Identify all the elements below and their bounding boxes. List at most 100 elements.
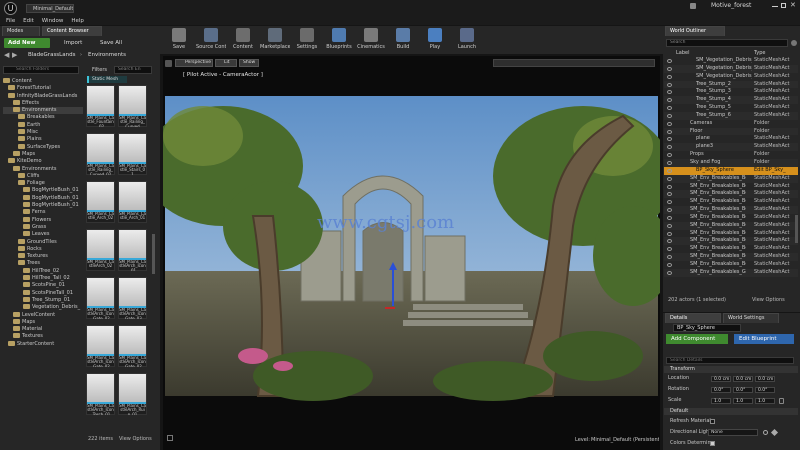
save-button[interactable]: Save [164,27,194,53]
search-assets-input[interactable]: Search En [114,66,152,74]
source-control-button[interactable]: Source Control [196,27,226,53]
col-label[interactable]: Label [676,50,716,56]
visibility-eye-icon[interactable] [667,208,672,213]
outliner-row[interactable]: SM_Vegetation_Debris_1 StaticMeshAct [664,73,798,81]
asset-tile[interactable]: SM_Plains_CastleArch_Icon_01 [118,229,147,271]
visibility-eye-icon[interactable] [667,74,672,79]
visibility-eye-icon[interactable] [667,215,672,220]
outliner-row[interactable]: Tree_Stump_3 StaticMeshAct [664,88,798,96]
add-component-button[interactable]: Add Component [666,334,728,344]
breadcrumb-0[interactable]: BladeGrassLands [28,52,76,58]
outliner-row[interactable]: SM_Env_Breakables_Boxes StaticMeshAct [664,245,798,253]
asset-tile[interactable]: SM_Plains_Castle_Arch_01 [118,181,147,223]
refresh-material-checkbox[interactable] [710,419,715,424]
tab-modes[interactable]: Modes [2,26,40,36]
asset-tile[interactable]: SM_Plains_CastleArch_Icon_Gate_02 [86,277,115,319]
actor-name-field[interactable]: BP_Sky_Sphere [673,324,741,332]
folder-item[interactable]: Content [3,78,83,85]
asset-tile[interactable]: SM_Plains_Castle_Railing_Curved_02 [86,133,115,175]
edit-blueprint-button[interactable]: Edit Blueprint [734,334,794,344]
visibility-eye-icon[interactable] [667,262,672,267]
folder-item[interactable]: Vegetation_Debris_ [3,304,83,311]
cb-view-options-button[interactable]: View Options [119,436,159,442]
outliner-row[interactable]: SM_Env_Breakables_Box1 StaticMeshAct [664,174,798,183]
visibility-eye-icon[interactable] [667,106,672,111]
outliner-row[interactable]: SM_Env_Breakables_Boxes StaticMeshAct [664,214,798,222]
visibility-eye-icon[interactable] [667,231,672,236]
visibility-eye-icon[interactable] [667,223,672,228]
scale-z-field[interactable]: 1.0 [755,398,775,404]
rotation-y-field[interactable]: 0.0° [733,387,753,393]
folder-item[interactable]: Tree_Stump_01 [3,296,83,304]
viewport[interactable]: www.cgtsj.com Perspective Lit Show [ Pil… [163,56,660,450]
transform-tools[interactable] [493,59,655,67]
play-button[interactable]: Play [420,27,450,53]
close-icon[interactable]: ✕ [790,1,796,9]
asset-tile[interactable]: SM_Plains_CastleArch_Icon_Torch_01 [86,373,115,415]
outliner-row[interactable]: SM_Vegetation_Debris_1 StaticMeshAct [664,57,798,65]
folder-item[interactable]: BogMyrtleBush_01 [3,202,83,209]
visibility-eye-icon[interactable] [667,90,672,95]
asset-tile[interactable]: SM_Plains_CastleArch_Ruin_01 [118,373,147,415]
visibility-eye-icon[interactable] [667,270,672,275]
filter-chip-static-mesh[interactable]: Static Mesh [87,76,127,83]
back-icon[interactable]: ◀ [4,51,9,59]
visibility-eye-icon[interactable] [667,137,672,142]
content-button[interactable]: Content [228,27,258,53]
perspective-button[interactable]: Perspective [175,59,213,67]
folder-item[interactable]: BogMyrtleBush_01 [3,194,83,202]
location-x-field[interactable]: 0.0 cm [711,376,731,382]
tab-world-settings[interactable]: World Settings [723,313,779,323]
outliner-row[interactable]: plane StaticMeshAct [664,135,798,143]
folder-item[interactable]: Earth [3,121,83,129]
outliner-row[interactable]: SM_Env_Breakables_Boxes StaticMeshAct [664,230,798,238]
marketplace-button[interactable]: Marketplace [260,27,290,53]
lit-button[interactable]: Lit [215,59,237,67]
blueprints-button[interactable]: Blueprints [324,27,354,53]
folder-item[interactable]: Plains [3,136,83,143]
visibility-eye-icon[interactable] [667,160,672,165]
outliner-row[interactable]: Tree_Stump_2 StaticMeshAct [664,80,798,89]
outliner-row[interactable]: Tree_Stump_5 StaticMeshAct [664,104,798,112]
folder-item[interactable]: LevelContent [3,311,83,319]
location-y-field[interactable]: 0.0 cm [733,376,753,382]
outliner-row[interactable]: Tree_Stump_4 StaticMeshAct [664,96,798,105]
menu-file[interactable]: File [6,17,15,25]
visibility-eye-icon[interactable] [667,168,672,173]
outliner-search-input[interactable]: Search [666,39,788,47]
outliner-row[interactable]: SM_Env_Breakables_Box3 StaticMeshAct [664,206,798,214]
folder-item[interactable]: HillTree_Tall_02 [3,275,83,282]
outliner-view-options-button[interactable]: View Options [752,297,798,303]
asset-tile[interactable]: SM_Plains_Castle_Fountain_02 [86,85,115,127]
cinematics-button[interactable]: Cinematics [356,27,386,53]
build-button[interactable]: Build [388,27,418,53]
folder-item[interactable]: Effects [3,99,83,107]
filters-button[interactable]: Filters [86,66,114,74]
breadcrumb-1[interactable]: Environments [88,52,138,58]
details-search-input[interactable]: Search Details [666,357,794,364]
launch-button[interactable]: Launch [452,27,482,53]
folder-item[interactable]: Maps [3,318,83,326]
visibility-eye-icon[interactable] [667,192,672,197]
outliner-row[interactable]: plane3 StaticMeshAct [664,143,798,152]
col-type[interactable]: Type [754,50,784,56]
outliner-row[interactable]: Cameras Folder [664,120,798,128]
folder-item[interactable]: Grass [3,223,83,231]
folder-item[interactable]: Environments [3,107,83,115]
tab-details[interactable]: Details [665,313,721,323]
maximize-icon[interactable] [781,3,786,8]
folder-item[interactable]: SurfaceTypes [3,143,83,151]
outliner-row[interactable]: Floor Folder [664,127,798,136]
visibility-eye-icon[interactable] [667,247,672,252]
menu-window[interactable]: Window [42,17,64,25]
folder-item[interactable]: HillTree_02 [3,267,83,275]
outliner-row[interactable]: SM_Env_Breakables_Boxes StaticMeshAct [664,221,798,230]
folder-item[interactable]: Breakables [3,114,83,121]
outliner-row[interactable]: Tree_Stump_6 StaticMeshAct [664,111,798,120]
show-button[interactable]: Show [239,59,259,67]
visibility-eye-icon[interactable] [667,66,672,71]
minimize-icon[interactable] [772,6,778,7]
scale-x-field[interactable]: 1.0 [711,398,731,404]
visibility-eye-icon[interactable] [667,113,672,118]
folder-item[interactable]: GroundTiles [3,238,83,246]
